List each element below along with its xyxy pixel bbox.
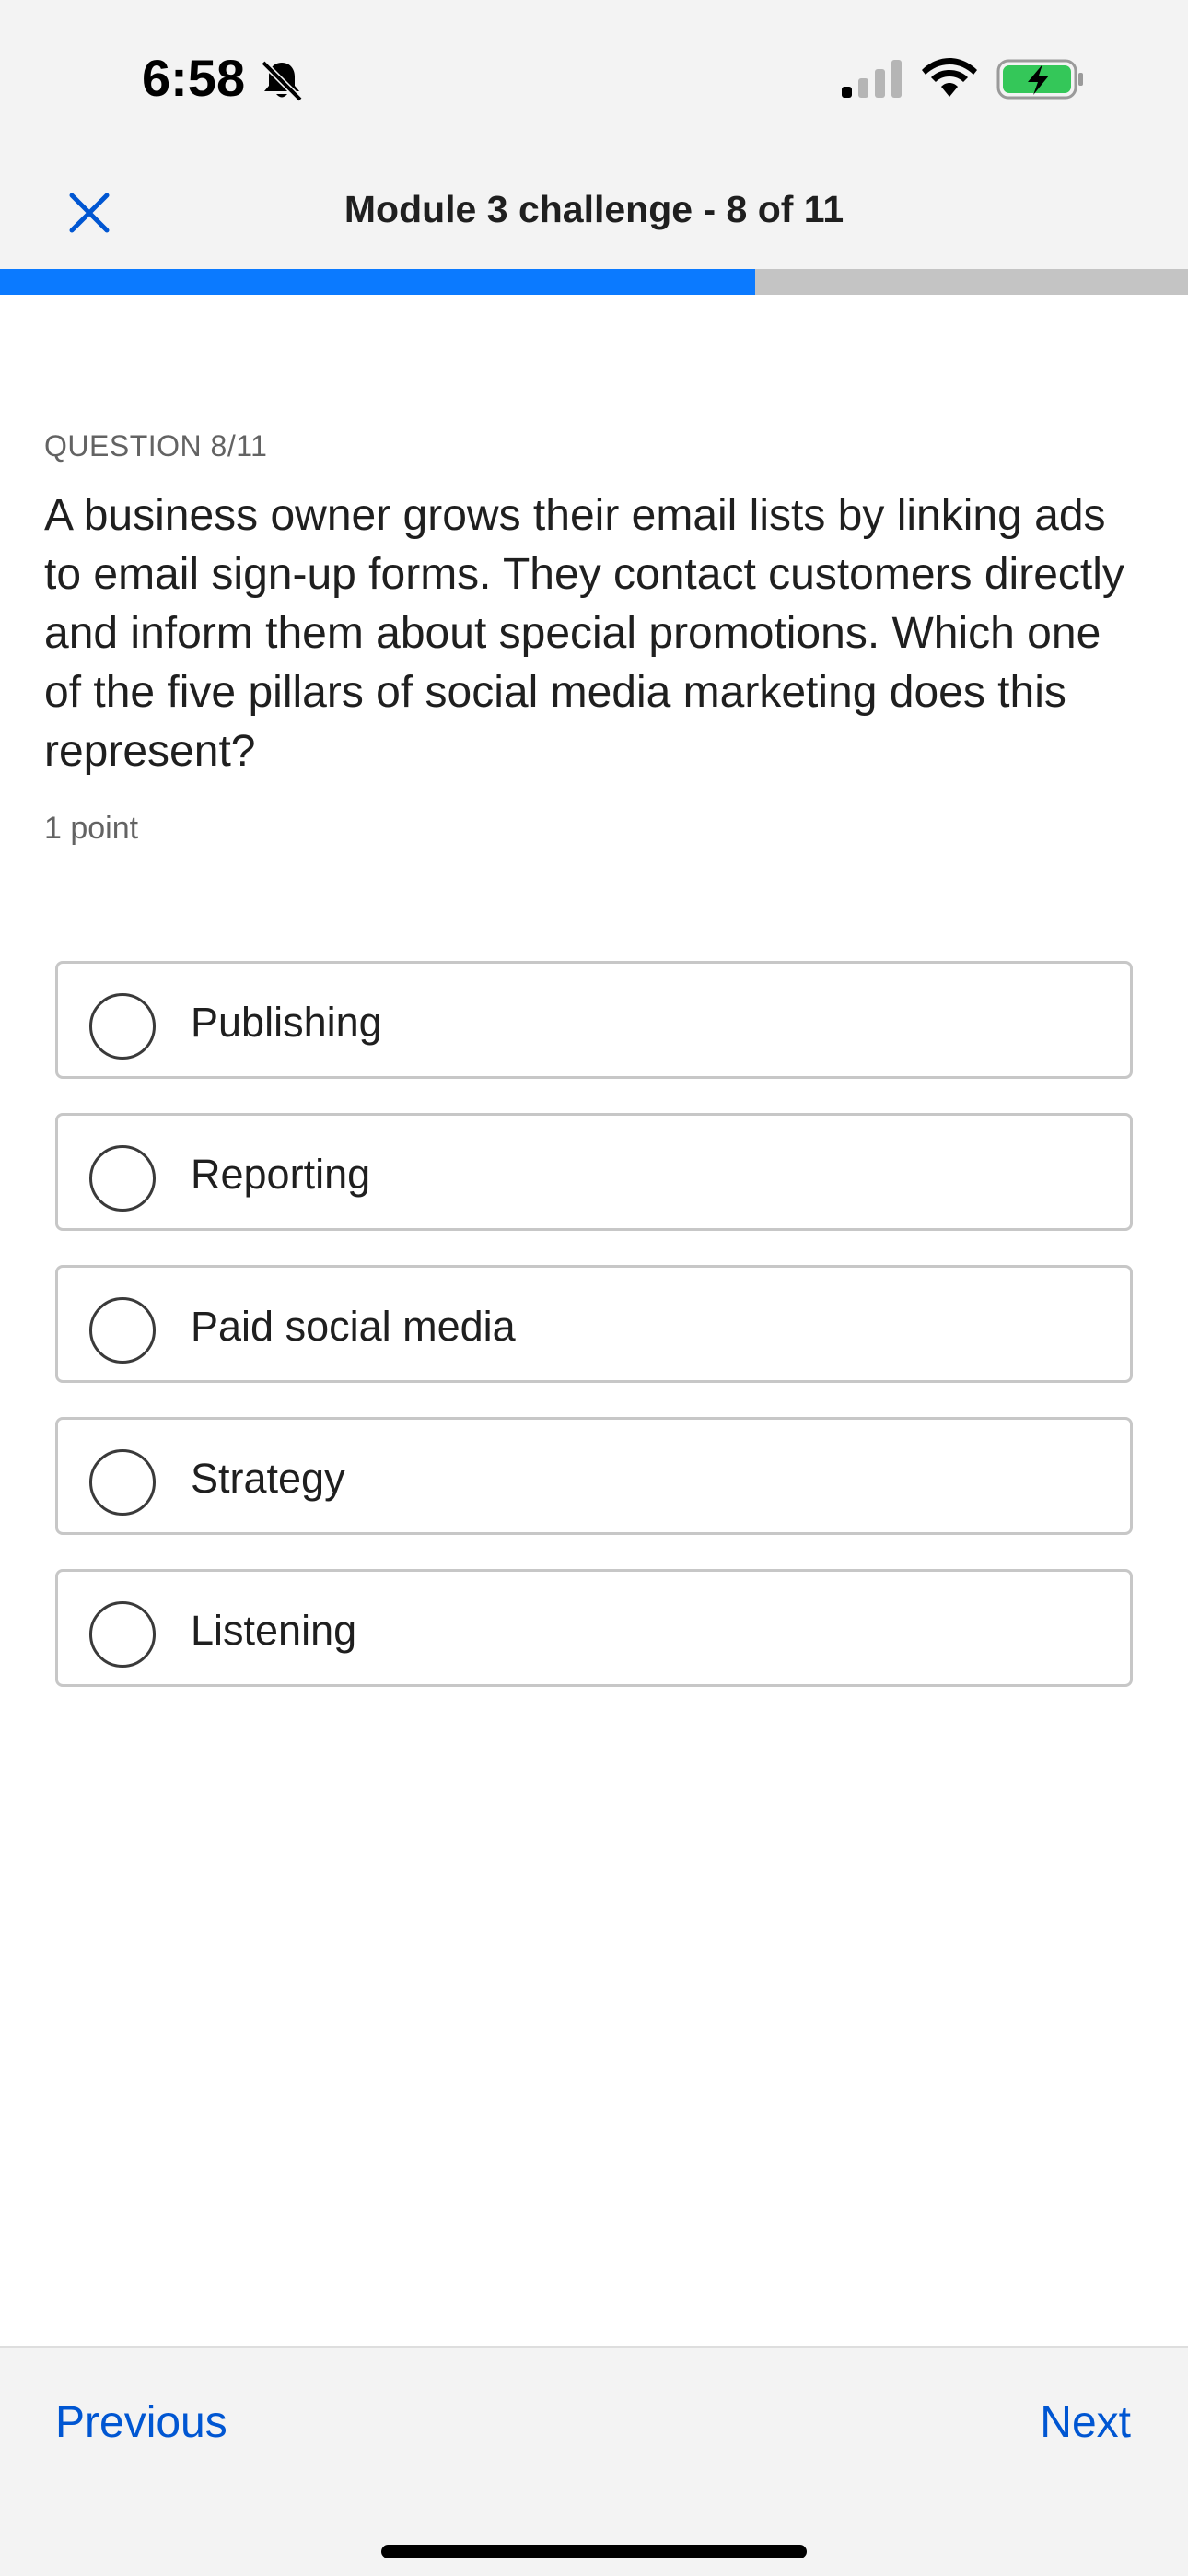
progress-bar bbox=[0, 269, 1188, 295]
answer-option-label: Paid social media bbox=[191, 1303, 516, 1350]
radio-button[interactable] bbox=[89, 1145, 156, 1212]
question-number: QUESTION 8/11 bbox=[44, 429, 268, 463]
answer-option-paid-social-media[interactable]: Paid social media bbox=[55, 1265, 1133, 1383]
answer-option-label: Publishing bbox=[191, 999, 382, 1046]
radio-button[interactable] bbox=[89, 1297, 156, 1364]
answer-option-label: Strategy bbox=[191, 1455, 345, 1502]
question-text: A business owner grows their email lists… bbox=[44, 491, 1124, 776]
answer-option-label: Reporting bbox=[191, 1151, 371, 1198]
answer-options: Publishing Reporting Paid social media S… bbox=[55, 961, 1133, 1721]
next-button[interactable]: Next bbox=[1040, 2397, 1131, 2448]
answer-option-strategy[interactable]: Strategy bbox=[55, 1417, 1133, 1535]
page-title: Module 3 challenge - 8 of 11 bbox=[344, 188, 844, 230]
battery-charging-icon bbox=[996, 59, 1083, 100]
answer-option-reporting[interactable]: Reporting bbox=[55, 1113, 1133, 1231]
previous-button[interactable]: Previous bbox=[55, 2397, 227, 2448]
status-time: 6:58 bbox=[142, 49, 246, 107]
bottom-navigation: Previous Next bbox=[0, 2346, 1188, 2576]
radio-button[interactable] bbox=[89, 993, 156, 1060]
answer-option-listening[interactable]: Listening bbox=[55, 1569, 1133, 1687]
progress-fill bbox=[0, 269, 756, 295]
answer-option-publishing[interactable]: Publishing bbox=[55, 961, 1133, 1079]
header-area: 6:58 Module 3 challenge - 8 of 11 bbox=[0, 0, 1188, 269]
home-indicator[interactable] bbox=[381, 2545, 807, 2558]
wifi-icon bbox=[922, 58, 977, 97]
question-points: 1 point bbox=[44, 811, 139, 846]
bell-off-icon bbox=[261, 60, 303, 102]
radio-button[interactable] bbox=[89, 1601, 156, 1668]
answer-option-label: Listening bbox=[191, 1607, 357, 1654]
cellular-signal-icon bbox=[842, 60, 902, 98]
quiz-screen: 6:58 Module 3 challenge - 8 of 11 QUESTI… bbox=[0, 0, 1188, 2576]
radio-button[interactable] bbox=[89, 1449, 156, 1516]
